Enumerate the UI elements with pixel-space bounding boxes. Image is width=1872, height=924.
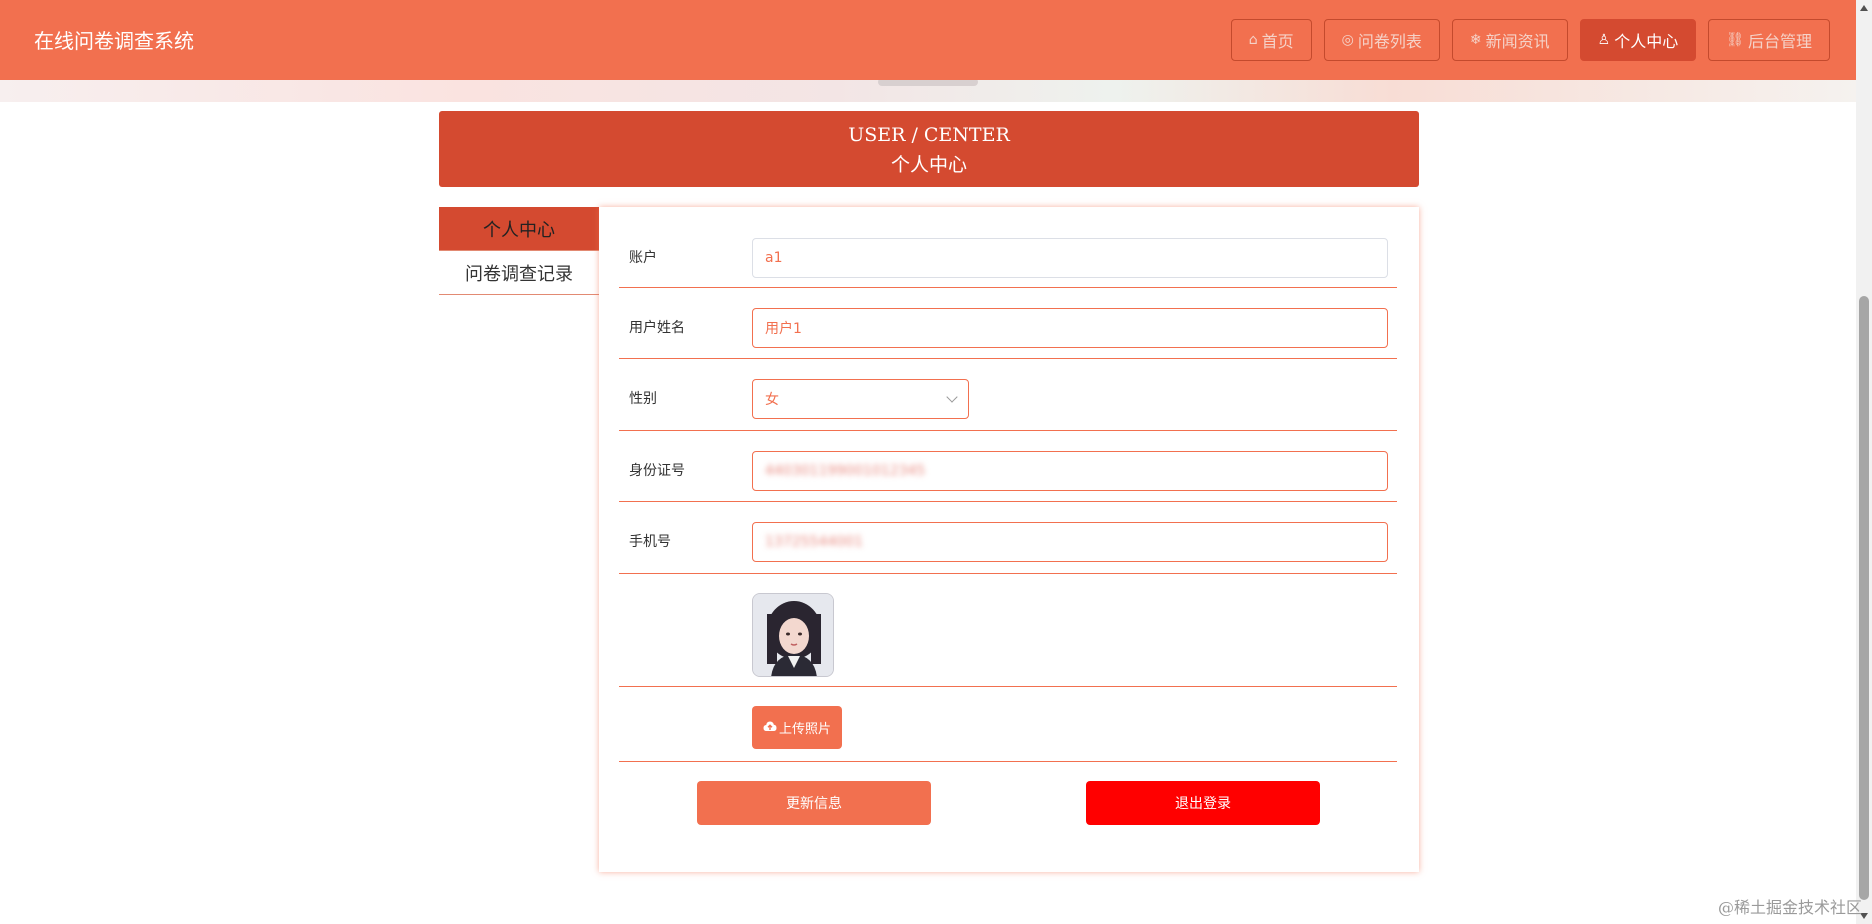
nav-news-label: 新闻资讯 bbox=[1485, 32, 1550, 51]
gender-label: 性别 bbox=[629, 391, 657, 407]
page-title: USER / CENTER 个人中心 bbox=[439, 111, 1419, 187]
form-row-gender: 性别 女 bbox=[619, 360, 1397, 431]
phone-input[interactable]: 13725544001 bbox=[752, 522, 1388, 562]
list-circle-icon: ◎ bbox=[1341, 32, 1354, 48]
top-nav: ⌂ 首页 ◎ 问卷列表 ❄ 新闻资讯 ♙ 个人中心 ⛓ 后台管理 bbox=[1230, 19, 1830, 61]
home-icon: ⌂ bbox=[1248, 32, 1258, 48]
upload-photo-button[interactable]: 上传照片 bbox=[752, 706, 842, 749]
form-row-phone: 手机号 13725544001 bbox=[619, 503, 1397, 574]
nav-admin[interactable]: ⛓ 后台管理 bbox=[1708, 19, 1830, 61]
nav-home-label: 首页 bbox=[1261, 32, 1294, 51]
id-card-label: 身份证号 bbox=[629, 463, 685, 479]
form-row-name: 用户姓名 用户1 bbox=[619, 289, 1397, 359]
side-item-survey-records[interactable]: 问卷调查记录 bbox=[439, 251, 599, 295]
form-row-id-card: 身份证号 440301199001012345 bbox=[619, 432, 1397, 502]
page-title-cn: 个人中心 bbox=[890, 154, 967, 176]
profile-form: 账户 a1 用户姓名 用户1 性别 女 身份证号 440301199001012… bbox=[599, 207, 1419, 872]
account-value: a1 bbox=[765, 250, 783, 266]
nav-survey-list[interactable]: ◎ 问卷列表 bbox=[1323, 19, 1440, 61]
side-menu: 个人中心 问卷调查记录 bbox=[439, 207, 599, 295]
link-icon: ⛓ bbox=[1726, 32, 1744, 48]
upload-photo-label: 上传照片 bbox=[778, 722, 831, 737]
page-scrollbar[interactable] bbox=[1856, 0, 1872, 924]
nav-user-center-label: 个人中心 bbox=[1614, 32, 1679, 51]
chevron-down-icon bbox=[946, 391, 958, 403]
phone-value: 13725544001 bbox=[765, 534, 863, 550]
scroll-up-arrow-icon[interactable] bbox=[1860, 5, 1868, 11]
top-header: 在线问卷调查系统 ⌂ 首页 ◎ 问卷列表 ❄ 新闻资讯 ♙ 个人中心 ⛓ 后台管… bbox=[0, 0, 1856, 80]
update-info-button[interactable]: 更新信息 bbox=[697, 781, 931, 825]
id-card-input[interactable]: 440301199001012345 bbox=[752, 451, 1388, 491]
form-row-avatar bbox=[619, 575, 1397, 687]
form-row-upload: 上传照片 bbox=[619, 688, 1397, 762]
gender-value: 女 bbox=[765, 392, 779, 408]
id-card-value: 440301199001012345 bbox=[765, 463, 926, 479]
nav-survey-list-label: 问卷列表 bbox=[1357, 32, 1422, 51]
avatar-photo bbox=[753, 594, 833, 676]
nav-news[interactable]: ❄ 新闻资讯 bbox=[1451, 19, 1568, 61]
site-title: 在线问卷调查系统 bbox=[34, 29, 194, 53]
account-input[interactable]: a1 bbox=[752, 238, 1388, 278]
nav-admin-label: 后台管理 bbox=[1747, 32, 1812, 51]
watermark: @稀土掘金技术社区 bbox=[1717, 898, 1862, 917]
scrollbar-thumb[interactable] bbox=[1859, 296, 1869, 900]
gender-select[interactable]: 女 bbox=[752, 379, 969, 419]
name-value: 用户1 bbox=[765, 321, 802, 337]
phone-label: 手机号 bbox=[629, 534, 671, 550]
form-row-account: 账户 a1 bbox=[619, 207, 1397, 288]
snowflake-icon: ❄ bbox=[1469, 32, 1482, 48]
name-input[interactable]: 用户1 bbox=[752, 308, 1388, 348]
page-title-en: USER / CENTER bbox=[848, 124, 1010, 146]
nav-user-center[interactable]: ♙ 个人中心 bbox=[1579, 19, 1697, 61]
name-label: 用户姓名 bbox=[629, 320, 685, 336]
logout-button[interactable]: 退出登录 bbox=[1086, 781, 1320, 825]
nav-home[interactable]: ⌂ 首页 bbox=[1230, 19, 1312, 61]
account-label: 账户 bbox=[629, 250, 657, 266]
user-icon: ♙ bbox=[1597, 32, 1611, 48]
avatar[interactable] bbox=[752, 593, 834, 677]
cloud-upload-icon bbox=[763, 720, 777, 736]
side-item-user-center[interactable]: 个人中心 bbox=[439, 207, 599, 251]
